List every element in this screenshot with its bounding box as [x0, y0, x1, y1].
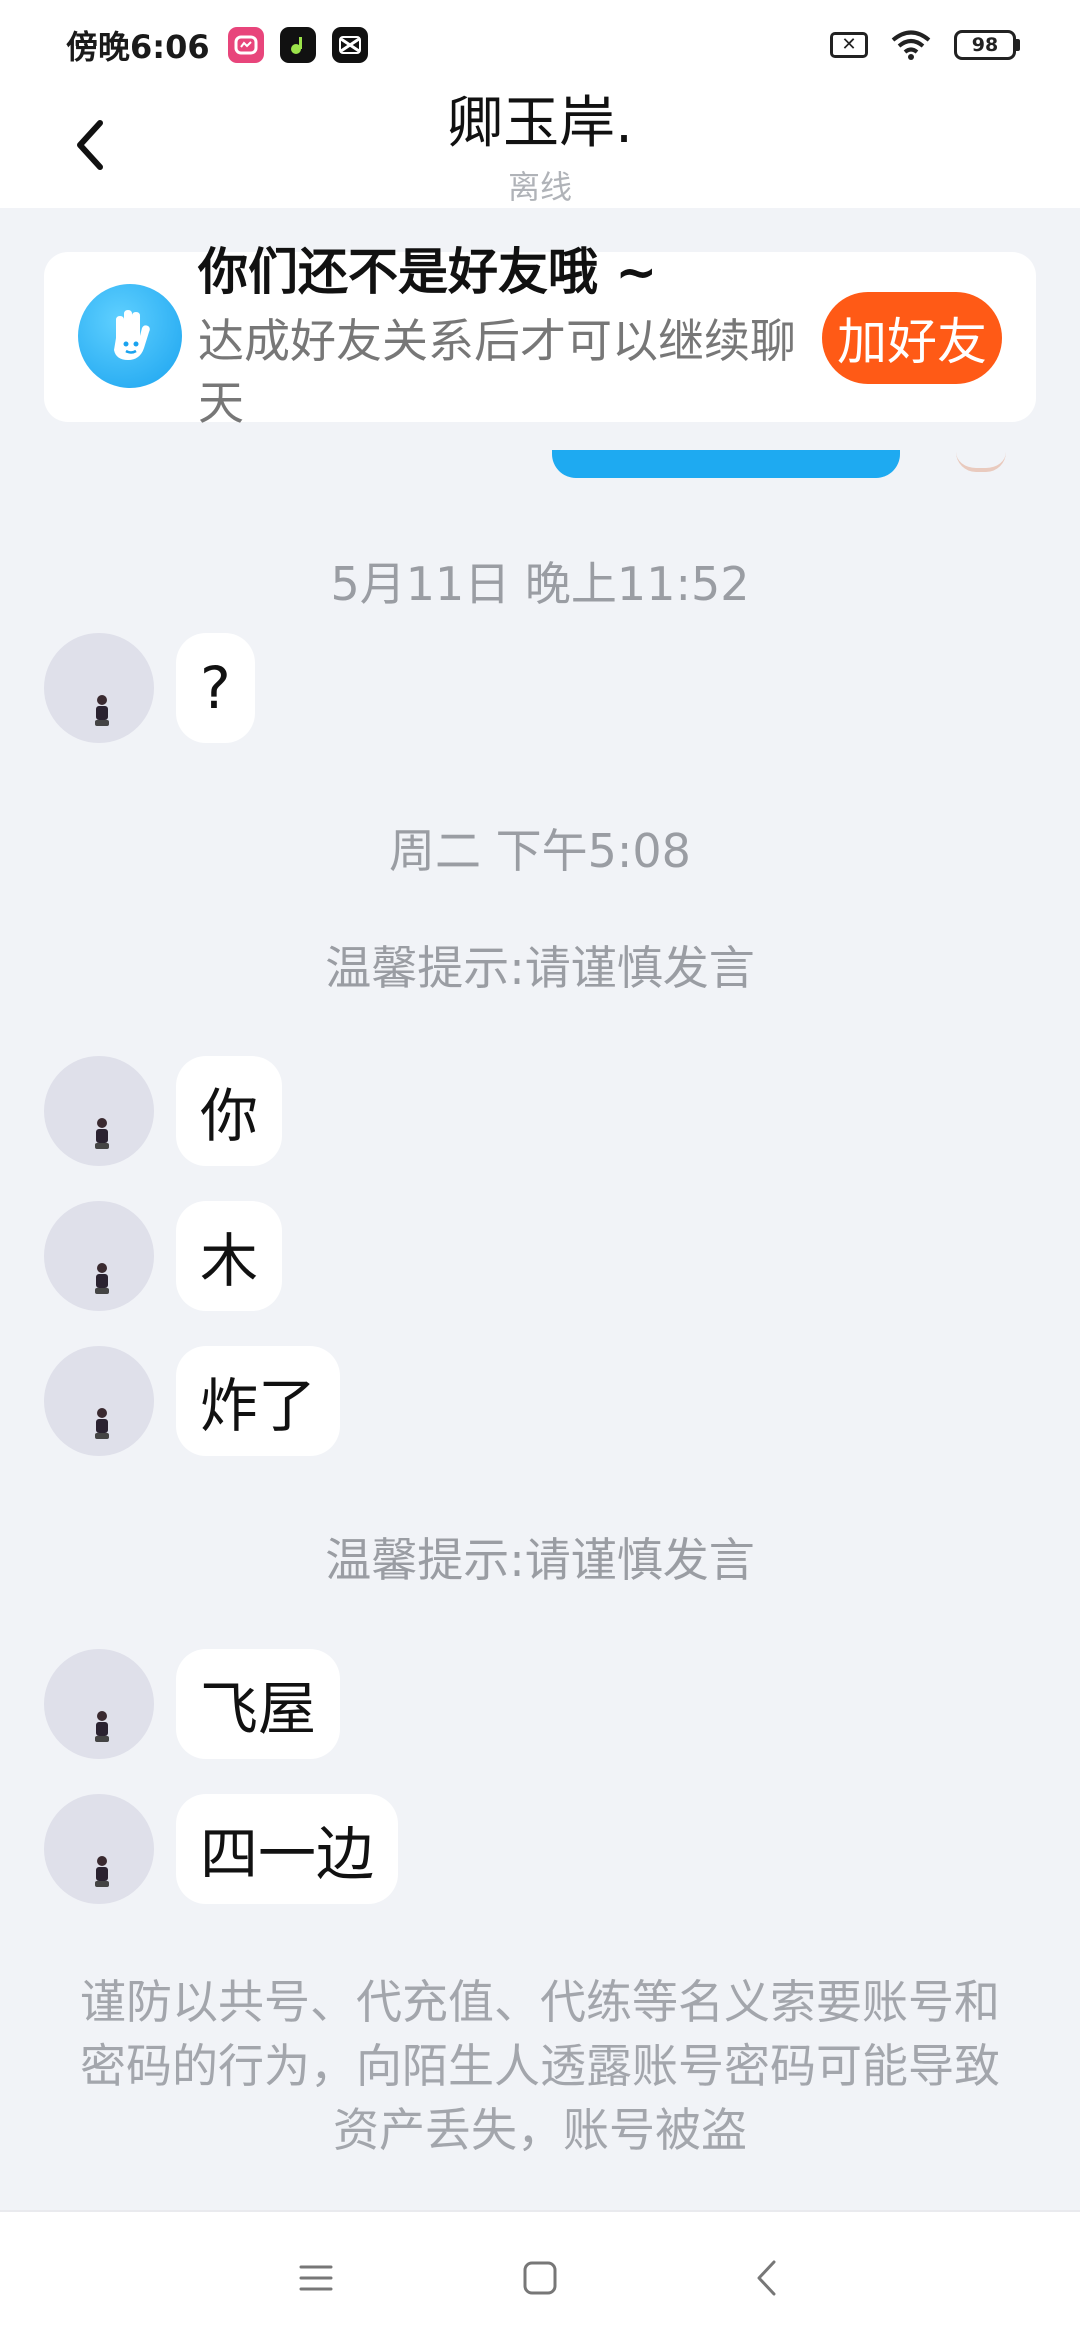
no-sim-icon: ✕ [830, 32, 868, 58]
chat-timestamp: 周二 下午5:08 [389, 824, 691, 878]
system-back-button[interactable] [736, 2248, 796, 2308]
message-row: ? [44, 632, 255, 744]
chat-timestamp: 5月11日 晚上11:52 [330, 557, 750, 611]
status-bar: 傍晚6:06 ✕ 98 [0, 0, 1080, 90]
avatar-figure-icon [95, 1263, 109, 1294]
contact-avatar[interactable] [44, 1056, 154, 1166]
contact-avatar[interactable] [44, 1794, 154, 1904]
message-row: 飞屋 [44, 1648, 341, 1760]
message-row: 你 [44, 1055, 283, 1167]
hand-wave-icon [78, 284, 182, 388]
message-bubble[interactable]: 炸了 [176, 1346, 341, 1456]
menu-button[interactable] [286, 2248, 346, 2308]
wifi-icon [891, 30, 931, 60]
menu-icon [299, 2265, 333, 2291]
chat-tip: 温馨提示:请谨慎发言 [325, 941, 755, 995]
security-warning: 谨防以共号、代充值、代练等名义索要账号和密码的行为，向陌生人透露账号密码可能导致… [80, 1975, 1000, 2157]
message-row: 炸了 [44, 1345, 341, 1457]
online-status: 离线 [507, 168, 572, 206]
back-triangle-icon [757, 2260, 776, 2296]
home-square-icon [523, 2261, 557, 2295]
partial-own-avatar [956, 452, 1006, 472]
message-bubble[interactable]: 四一边 [176, 1794, 399, 1904]
message-row: 四一边 [44, 1793, 399, 1905]
battery-icon: 98 [954, 30, 1020, 60]
banner-title: 你们还不是好友哦 ~ [198, 243, 658, 301]
message-row: 木 [44, 1200, 283, 1312]
home-button[interactable] [510, 2248, 570, 2308]
battery-level: 98 [954, 30, 1016, 60]
message-bubble[interactable]: 飞屋 [176, 1649, 341, 1759]
system-nav-bar [0, 2210, 1080, 2340]
avatar-figure-icon [95, 1856, 109, 1887]
friend-request-banner: 你们还不是好友哦 ~ 达成好友关系后才可以继续聊天 加好友 [44, 243, 1036, 430]
message-bubble[interactable]: 木 [176, 1201, 283, 1311]
contact-avatar[interactable] [44, 1649, 154, 1759]
status-right: ✕ 98 [830, 29, 1020, 61]
avatar-figure-icon [95, 1408, 109, 1439]
chat-tip: 温馨提示:请谨慎发言 [325, 1533, 755, 1587]
notification-icons [227, 27, 368, 63]
banner-description: 达成好友关系后才可以继续聊天 [198, 314, 796, 430]
partial-sent-bubble [552, 450, 900, 478]
avatar-figure-icon [95, 1118, 109, 1149]
pink-app-icon [227, 27, 264, 63]
add-friend-button[interactable]: 加好友 [822, 292, 1002, 384]
contact-avatar[interactable] [44, 1201, 154, 1311]
status-time: 傍晚6:06 [66, 28, 210, 66]
capcut-app-icon [331, 27, 368, 63]
avatar-figure-icon [95, 1711, 109, 1742]
chat-header: 卿玉岸. 离线 [0, 90, 1080, 208]
avatar-figure-icon [95, 695, 109, 726]
contact-avatar[interactable] [44, 633, 154, 743]
contact-name: 卿玉岸. [447, 91, 633, 156]
message-bubble[interactable]: ? [176, 633, 255, 743]
music-app-icon [279, 27, 316, 63]
message-bubble[interactable]: 你 [176, 1056, 283, 1166]
contact-avatar[interactable] [44, 1346, 154, 1456]
